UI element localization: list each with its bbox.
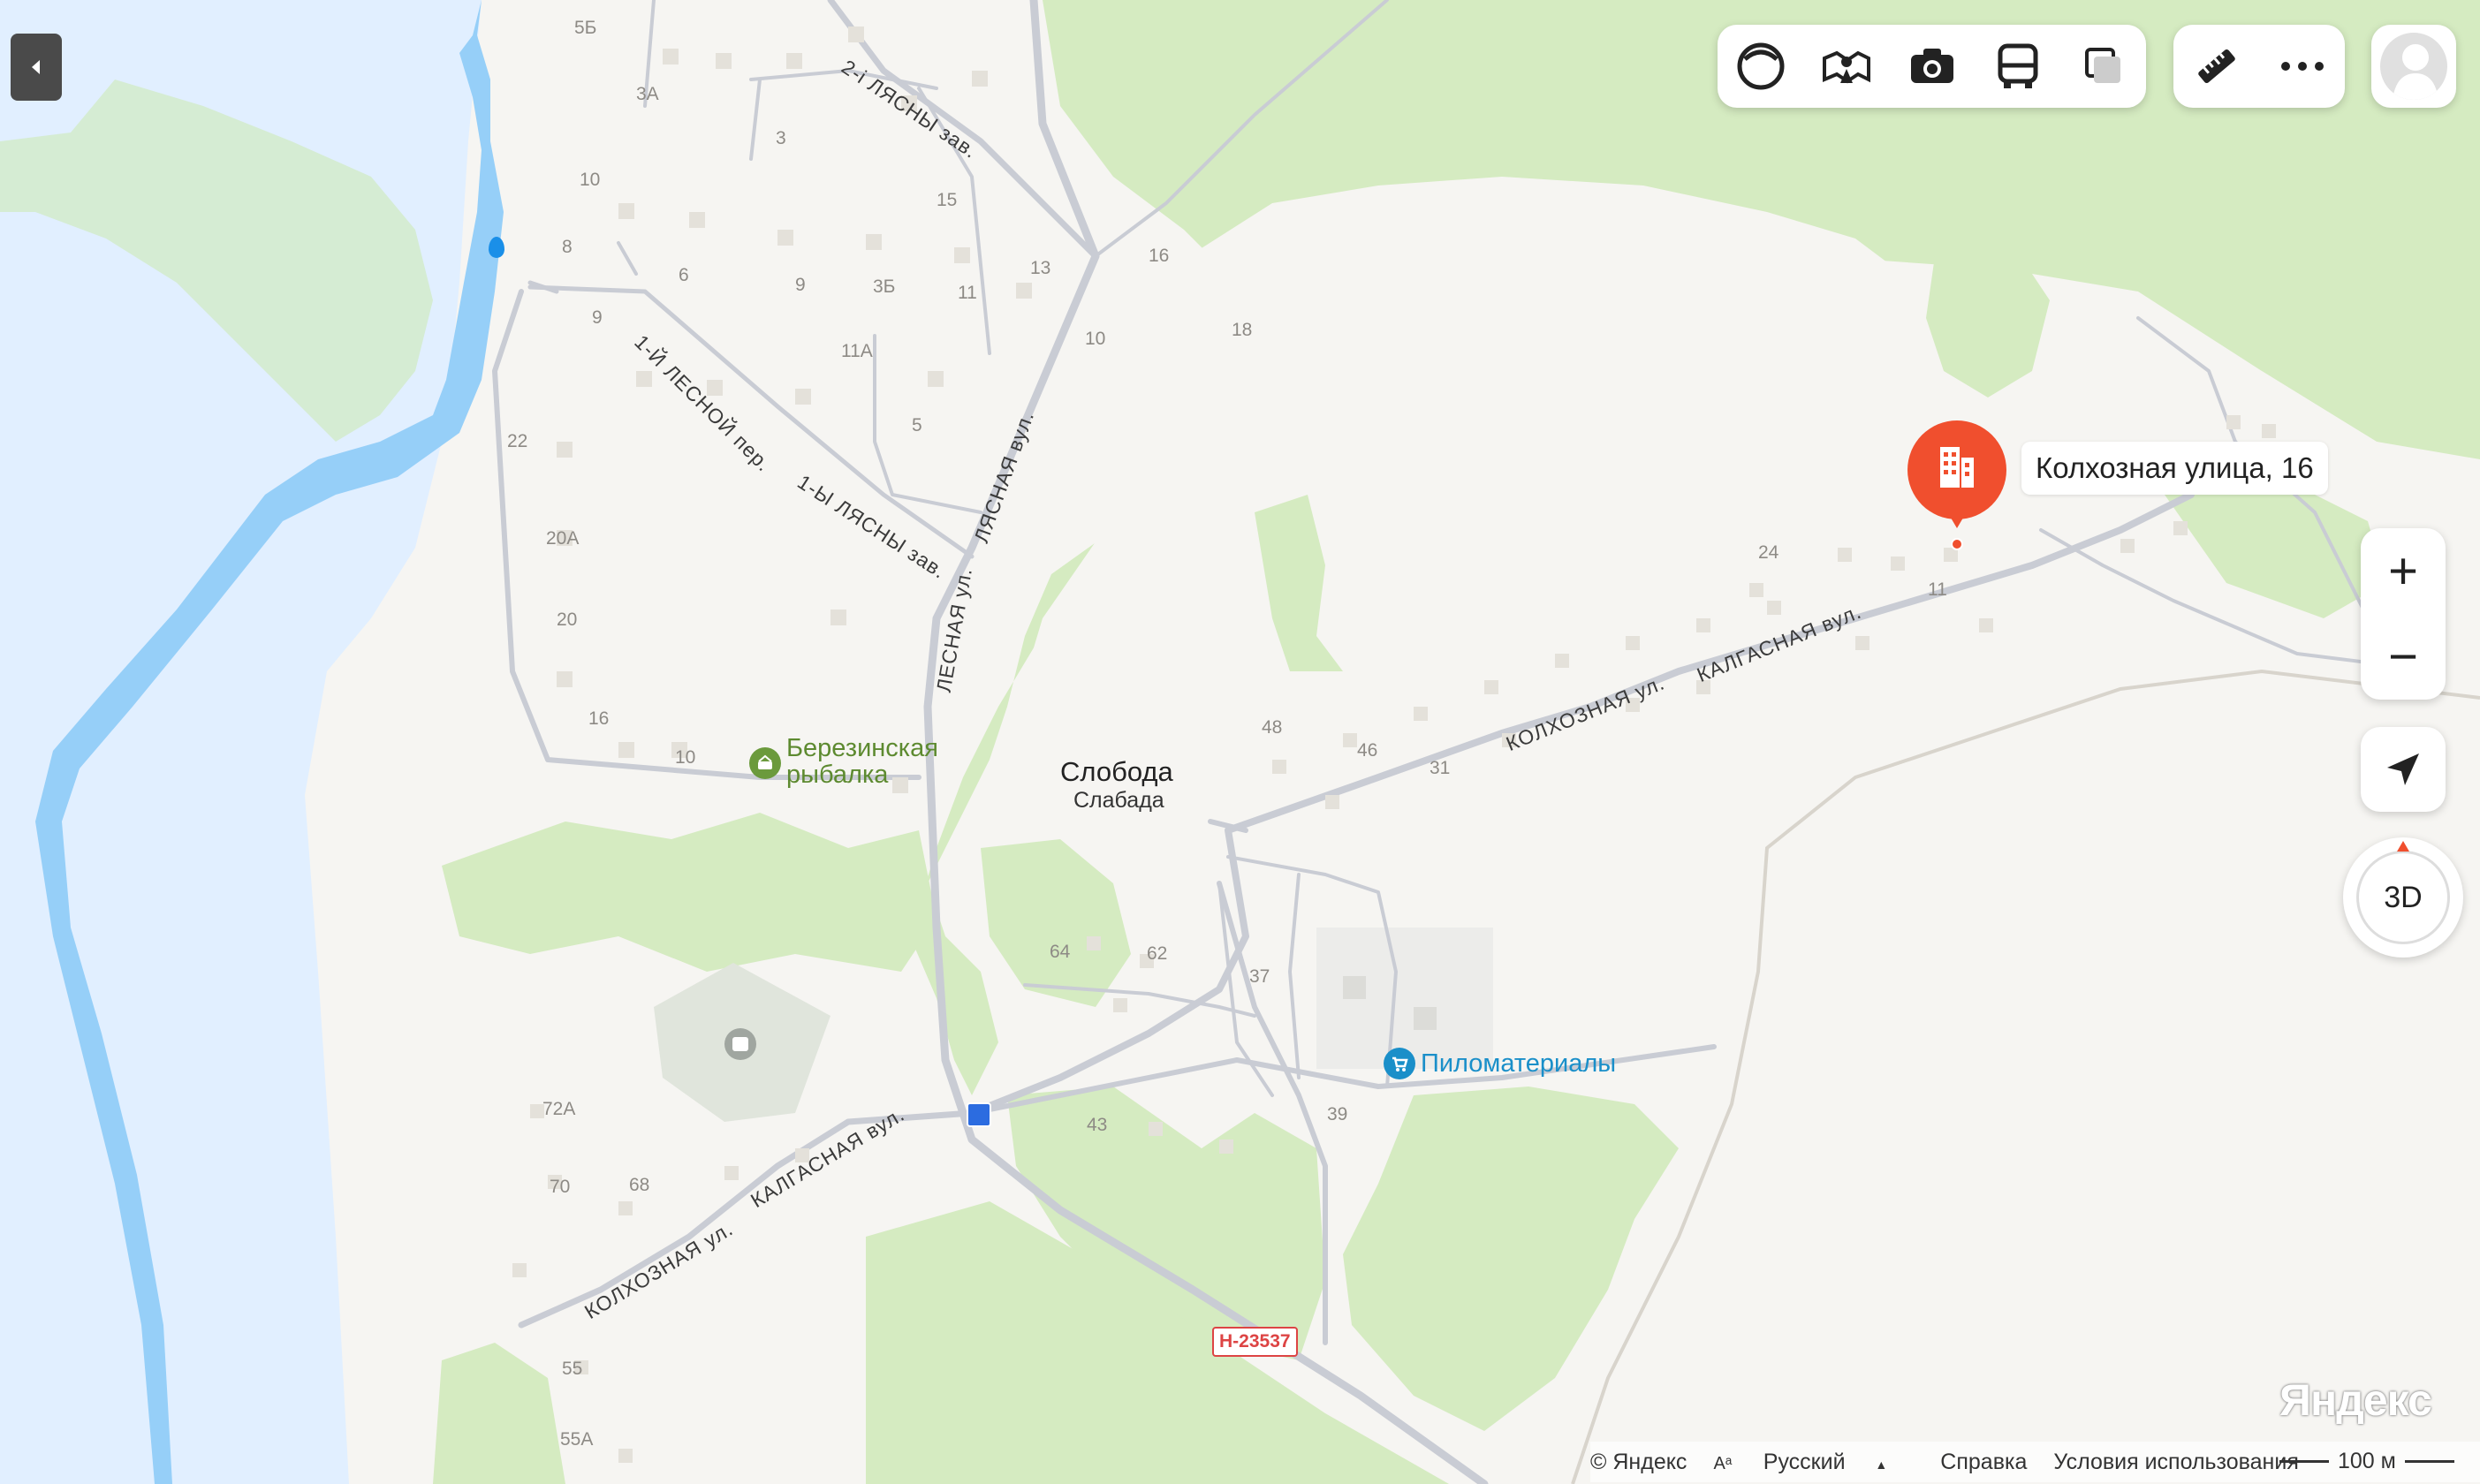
photo-button[interactable] (1889, 25, 1975, 108)
photo-icon (1910, 49, 1953, 83)
location-arrow-icon (2387, 753, 2419, 785)
traffic-layer-icon (1737, 42, 1784, 90)
chevron-left-icon (32, 60, 40, 74)
transport-button[interactable] (1975, 25, 2060, 108)
traffic-layer-button[interactable] (1718, 25, 1803, 108)
view-3d-label: 3D (2384, 880, 2423, 914)
map-layers-toolbar (1718, 25, 2146, 108)
compass-ring: 3D (2356, 851, 2450, 944)
poi-fishing[interactable]: Березинская рыбалка (749, 735, 938, 788)
ruler-button[interactable] (2173, 25, 2259, 108)
zoom-in-label: + (2388, 542, 2418, 600)
terms-link[interactable]: Условия использования (2053, 1450, 2298, 1475)
avatar (2380, 33, 2447, 100)
transport-icon (1998, 43, 2037, 88)
caret-up-icon: ▲ (1871, 1457, 1888, 1472)
user-avatar-button[interactable] (2371, 25, 2456, 108)
translate-icon: Aᵃ (1713, 1453, 1737, 1473)
zoom-out-label: − (2388, 628, 2418, 685)
poi-fishing-name-line2: рыбалка (786, 761, 889, 789)
poi-fishing-name-line1: Березинская (786, 734, 938, 762)
help-link[interactable]: Справка (1940, 1450, 2027, 1475)
scale-bar: 100 м (2271, 1449, 2463, 1474)
poi-lumber[interactable]: Пиломатериалы (1384, 1048, 1616, 1079)
more-icon (2280, 62, 2324, 71)
panorama-icon (1822, 50, 1870, 84)
language-selector[interactable]: Aᵃ Русский ▲ (1713, 1450, 1914, 1475)
selected-place-label[interactable]: Колхозная улица, 16 (2021, 442, 2328, 495)
yandex-logo: Яндекс (2279, 1375, 2432, 1425)
scale-line-left (2279, 1460, 2329, 1463)
my-location-button[interactable] (2361, 727, 2446, 812)
compass-3d-button[interactable]: 3D (2343, 837, 2463, 958)
language-label: Русский (1763, 1449, 1846, 1474)
zoom-controls: + − (2361, 528, 2446, 700)
collapse-sidebar-button[interactable] (11, 34, 62, 101)
map-layers-icon (2084, 48, 2120, 83)
map-layers-button[interactable] (2060, 25, 2146, 108)
map-canvas[interactable] (0, 0, 2480, 1484)
scale-line-right (2404, 1460, 2454, 1463)
pin-marker (1907, 420, 2006, 550)
user-silhouette-icon (2393, 44, 2438, 100)
compass-north-icon (2397, 841, 2409, 852)
scale-label: 100 м (2338, 1449, 2396, 1473)
zoom-out-button[interactable]: − (2361, 614, 2446, 700)
more-button[interactable] (2259, 25, 2345, 108)
shop-cart-icon (1384, 1048, 1415, 1079)
fishing-icon (749, 747, 781, 779)
map-tools-toolbar (2173, 25, 2345, 108)
zoom-in-button[interactable]: + (2361, 528, 2446, 614)
ruler-icon (2197, 49, 2235, 84)
panorama-button[interactable] (1803, 25, 1889, 108)
poi-lumber-name: Пиломатериалы (1421, 1049, 1617, 1078)
copyright-link[interactable]: © Яндекс (1590, 1450, 1687, 1475)
selected-place-pin[interactable] (1907, 420, 2007, 553)
